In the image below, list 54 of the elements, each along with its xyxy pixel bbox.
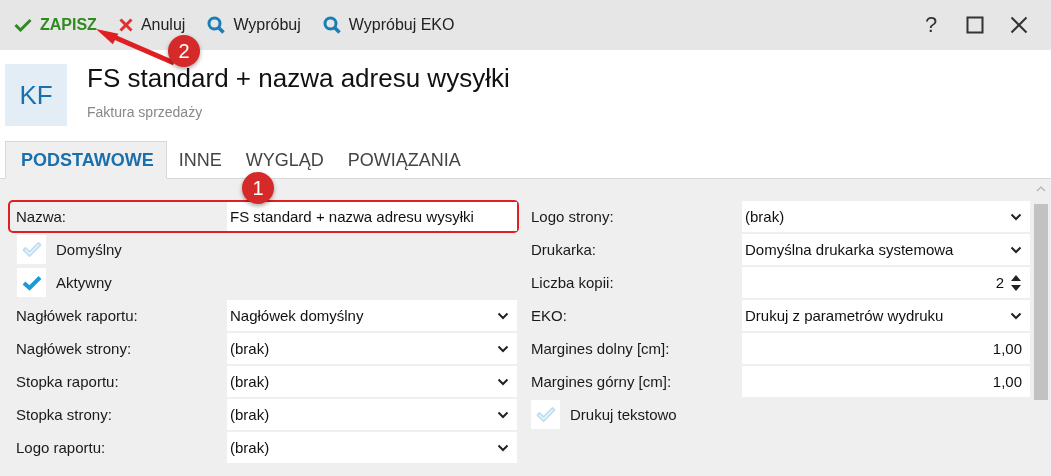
document-subtitle: Faktura sprzedaży xyxy=(87,103,204,120)
document-type-badge: KF xyxy=(5,64,67,126)
number-input[interactable]: 1,00 xyxy=(742,366,1030,397)
dropdown[interactable]: Domyślna drukarka systemowa xyxy=(742,234,1030,265)
dropdown[interactable]: (brak) xyxy=(227,432,517,463)
toolbar-button[interactable]: Wypróbuj xyxy=(203,16,305,34)
dropdown[interactable]: (brak) xyxy=(227,399,517,430)
close-icon xyxy=(1010,16,1028,34)
checkmark-icon xyxy=(14,18,32,32)
chevron-down-icon xyxy=(497,344,509,353)
number-input[interactable]: 1,00 xyxy=(742,333,1030,364)
field-label: Logo raportu: xyxy=(15,439,107,456)
tab[interactable]: INNE xyxy=(166,141,234,179)
field-label: Nagłówek raportu: xyxy=(15,307,139,324)
checkmark-icon xyxy=(535,406,556,423)
chevron-down-icon xyxy=(1010,311,1022,320)
field-label: Nagłówek strony: xyxy=(15,340,133,357)
field-label: Liczba kopii: xyxy=(530,274,615,291)
chevron-down-icon xyxy=(497,443,509,452)
dropdown[interactable]: (brak) xyxy=(227,333,517,364)
toolbar-button[interactable]: Wypróbuj EKO xyxy=(318,16,459,34)
chevron-down-icon xyxy=(1010,212,1022,221)
maximize-icon xyxy=(966,16,984,34)
dropdown[interactable]: Nagłówek domyślny xyxy=(227,300,517,331)
chevron-down-icon xyxy=(497,410,509,419)
chevron-down-icon xyxy=(1010,245,1022,254)
search-icon xyxy=(207,16,226,34)
checkmark-icon xyxy=(21,241,42,258)
checkbox-label: Drukuj tekstowo xyxy=(570,406,677,423)
field-label: Stopka strony: xyxy=(15,406,113,423)
dropdown[interactable]: (brak) xyxy=(742,201,1030,232)
checkbox-label: Domyślny xyxy=(56,241,122,258)
dropdown[interactable]: (brak) xyxy=(227,366,517,397)
chevron-down-icon xyxy=(497,377,509,386)
checkbox[interactable] xyxy=(17,268,46,297)
field-label: Stopka raportu: xyxy=(15,373,120,390)
checkbox-label: Aktywny xyxy=(56,274,112,291)
help-button[interactable]: ? xyxy=(909,5,953,45)
checkmark-icon xyxy=(21,274,42,291)
field-label: EKO: xyxy=(530,307,568,324)
field-label: Margines górny [cm]: xyxy=(530,373,673,390)
field-label: Margines dolny [cm]: xyxy=(530,340,671,357)
close-icon xyxy=(118,18,133,32)
checkbox[interactable] xyxy=(17,235,46,264)
field-label: Logo strony: xyxy=(530,208,615,225)
toolbar-button[interactable]: Anuluj xyxy=(114,16,190,34)
spinner-input[interactable]: 2 xyxy=(742,267,1030,298)
field-label: Drukarka: xyxy=(530,241,598,258)
tab[interactable]: PODSTAWOWE xyxy=(5,141,167,179)
checkbox[interactable] xyxy=(531,400,560,429)
tab[interactable]: POWIĄZANIA xyxy=(335,141,473,179)
chevron-down-icon xyxy=(497,311,509,320)
dropdown[interactable]: Drukuj z parametrów wydruku xyxy=(742,300,1030,331)
search-icon xyxy=(322,16,341,34)
